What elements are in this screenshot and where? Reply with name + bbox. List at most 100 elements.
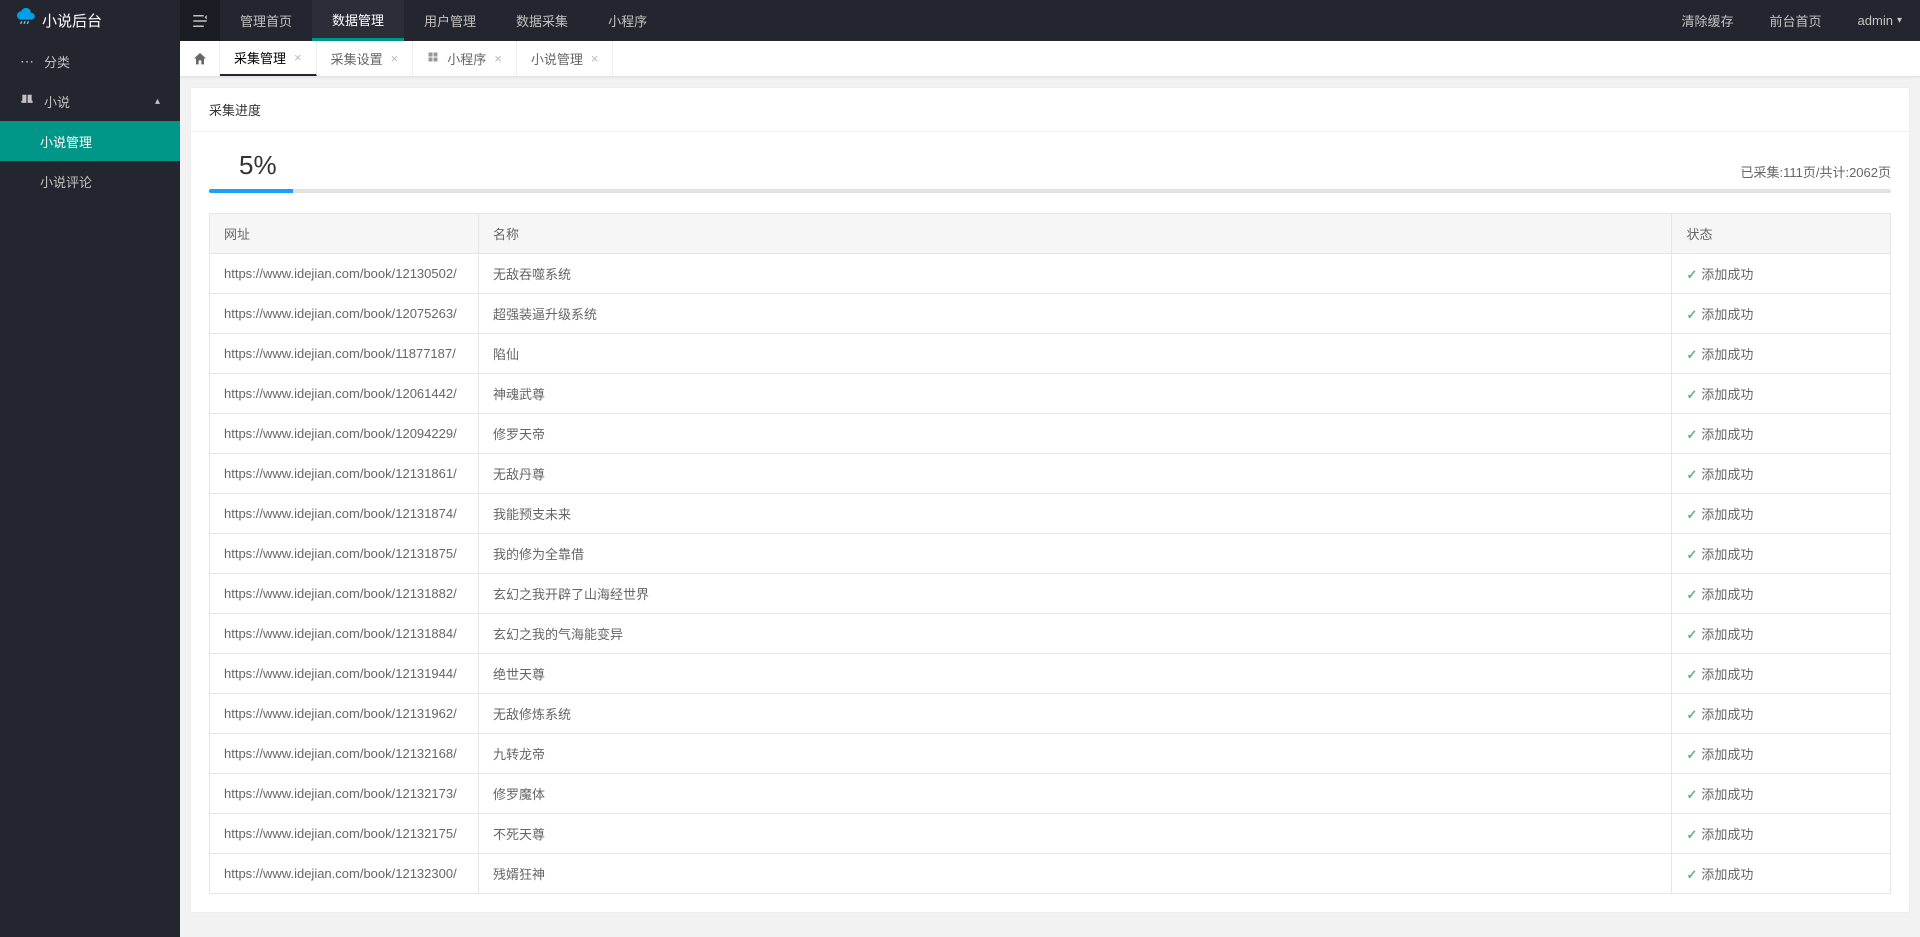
cell-status: ✓添加成功 xyxy=(1672,654,1891,694)
tab-label: 小说管理 xyxy=(531,49,583,68)
check-icon: ✓ xyxy=(1686,667,1697,682)
status-text: 添加成功 xyxy=(1701,547,1753,562)
top-nav-item[interactable]: 数据采集 xyxy=(496,0,588,41)
cell-status: ✓添加成功 xyxy=(1672,574,1891,614)
cell-name: 无敌修炼系统 xyxy=(478,694,1672,734)
close-icon[interactable]: × xyxy=(591,51,599,66)
sidebar-item-category[interactable]: ⋯ 分类 xyxy=(0,41,180,81)
clear-cache-button[interactable]: 清除缓存 xyxy=(1664,0,1752,41)
top-nav-item[interactable]: 小程序 xyxy=(588,0,667,41)
cell-status: ✓添加成功 xyxy=(1672,334,1891,374)
progress-bar xyxy=(209,189,1891,193)
close-icon[interactable]: × xyxy=(294,50,302,65)
top-right: 清除缓存 前台首页 admin ▾ xyxy=(1664,0,1920,41)
top-nav-item[interactable]: 管理首页 xyxy=(220,0,312,41)
close-icon[interactable]: × xyxy=(391,51,399,66)
status-text: 添加成功 xyxy=(1701,787,1753,802)
cell-url: https://www.idejian.com/book/12131884/ xyxy=(210,614,479,654)
cell-status: ✓ 添加成功 xyxy=(1672,294,1891,334)
cell-name: 无敌丹尊 xyxy=(478,454,1672,494)
status-text: 添加成功 xyxy=(1701,467,1753,482)
chevron-down-icon: ▾ xyxy=(1897,15,1902,26)
col-status: 状态 xyxy=(1672,214,1891,254)
table-row: https://www.idejian.com/book/12075263/超强… xyxy=(210,294,1891,334)
cell-url: https://www.idejian.com/book/11877187/ xyxy=(210,334,479,374)
table-row: https://www.idejian.com/book/12132168/九转… xyxy=(210,734,1891,774)
cell-status: ✓添加成功 xyxy=(1672,694,1891,734)
col-url: 网址 xyxy=(210,214,479,254)
status-text: 添加成功 xyxy=(1701,747,1753,762)
cell-url: https://www.idejian.com/book/12094229/ xyxy=(210,414,479,454)
sidebar-item-novel-comment[interactable]: 小说评论 xyxy=(0,161,180,201)
status-text: 添加成功 xyxy=(1701,827,1753,842)
cell-url: https://www.idejian.com/book/12131944/ xyxy=(210,654,479,694)
tab-label: 采集设置 xyxy=(331,49,383,68)
status-text: 添加成功 xyxy=(1701,347,1753,362)
cell-url: https://www.idejian.com/book/12075263/ xyxy=(210,294,479,334)
frontend-link[interactable]: 前台首页 xyxy=(1752,0,1840,41)
status-text: 添加成功 xyxy=(1701,427,1753,442)
status-text: 添加成功 xyxy=(1701,307,1753,322)
sidebar-item-novel[interactable]: 小说 ▴ xyxy=(0,81,180,121)
tab[interactable]: 采集设置 × xyxy=(317,41,414,76)
table-row: https://www.idejian.com/book/12131944/绝世… xyxy=(210,654,1891,694)
cell-status: ✓添加成功 xyxy=(1672,814,1891,854)
close-icon[interactable]: × xyxy=(494,51,502,66)
sidebar: ⋯ 分类 小说 ▴ 小说管理 小说评论 xyxy=(0,41,180,937)
table-row: https://www.idejian.com/book/12130502/无敌… xyxy=(210,254,1891,294)
table-row: https://www.idejian.com/book/12131861/无敌… xyxy=(210,454,1891,494)
sidebar-item-label: 小说评论 xyxy=(40,172,92,191)
table-row: https://www.idejian.com/book/12131875/我的… xyxy=(210,534,1891,574)
cloud-rain-icon xyxy=(16,8,36,33)
status-text: 添加成功 xyxy=(1701,507,1753,522)
tab[interactable]: 采集管理 × xyxy=(220,41,317,76)
top-nav-item[interactable]: 用户管理 xyxy=(404,0,496,41)
cell-url: https://www.idejian.com/book/12132175/ xyxy=(210,814,479,854)
cell-url: https://www.idejian.com/book/12132168/ xyxy=(210,734,479,774)
sidebar-toggle-button[interactable] xyxy=(180,0,220,41)
logo: 小说后台 xyxy=(0,0,180,41)
user-menu[interactable]: admin ▾ xyxy=(1840,0,1920,41)
tab[interactable]: 小说管理 × xyxy=(517,41,614,76)
progress-stats: 已采集:111页/共计:2062页 xyxy=(1740,162,1891,181)
check-icon: ✓ xyxy=(1686,627,1697,642)
check-icon: ✓ xyxy=(1686,307,1697,322)
table-row: https://www.idejian.com/book/12131884/玄幻… xyxy=(210,614,1891,654)
table-row: https://www.idejian.com/book/12132175/不死… xyxy=(210,814,1891,854)
top-nav-item[interactable]: 数据管理 xyxy=(312,0,404,41)
sidebar-item-label: 小说 xyxy=(44,92,70,111)
table-row: https://www.idejian.com/book/12131962/无敌… xyxy=(210,694,1891,734)
cell-name: 陷仙 xyxy=(478,334,1672,374)
check-icon: ✓ xyxy=(1686,707,1697,722)
cell-status: ✓ 添加成功 xyxy=(1672,734,1891,774)
collect-table: 网址 名称 状态 https://www.idejian.com/book/12… xyxy=(209,213,1891,894)
check-icon: ✓ xyxy=(1686,267,1697,282)
cell-status: ✓添加成功 xyxy=(1672,494,1891,534)
cell-name: 我能预支未来 xyxy=(478,494,1672,534)
username: admin xyxy=(1858,13,1893,28)
table-row: https://www.idejian.com/book/12131882/玄幻… xyxy=(210,574,1891,614)
book-icon xyxy=(20,93,34,110)
cell-name: 残婿狂神 xyxy=(478,854,1672,894)
table-row: https://www.idejian.com/book/12132300/残婿… xyxy=(210,854,1891,894)
cell-name: 神魂武尊 xyxy=(478,374,1672,414)
card-title: 采集进度 xyxy=(191,88,1909,132)
tab[interactable]: 小程序 × xyxy=(413,41,517,76)
sidebar-item-novel-manage[interactable]: 小说管理 xyxy=(0,121,180,161)
cell-url: https://www.idejian.com/book/12131861/ xyxy=(210,454,479,494)
tabbar: 采集管理 × 采集设置 × 小程序 × 小说管理 × xyxy=(180,41,1920,77)
sidebar-item-label: 分类 xyxy=(44,52,70,71)
cell-status: ✓ 添加成功 xyxy=(1672,254,1891,294)
tab-home[interactable] xyxy=(180,41,220,76)
cell-url: https://www.idejian.com/book/12132173/ xyxy=(210,774,479,814)
tab-label: 小程序 xyxy=(447,49,486,68)
table-row: https://www.idejian.com/book/12094229/修罗… xyxy=(210,414,1891,454)
progress-percent: 5% xyxy=(209,150,277,181)
cell-url: https://www.idejian.com/book/12131962/ xyxy=(210,694,479,734)
status-text: 添加成功 xyxy=(1701,267,1753,282)
col-name: 名称 xyxy=(478,214,1672,254)
status-text: 添加成功 xyxy=(1701,387,1753,402)
check-icon: ✓ xyxy=(1686,747,1697,762)
check-icon: ✓ xyxy=(1686,387,1697,402)
top-header: 小说后台 管理首页 数据管理 用户管理 数据采集 小程序 清除缓存 前台首页 a… xyxy=(0,0,1920,41)
